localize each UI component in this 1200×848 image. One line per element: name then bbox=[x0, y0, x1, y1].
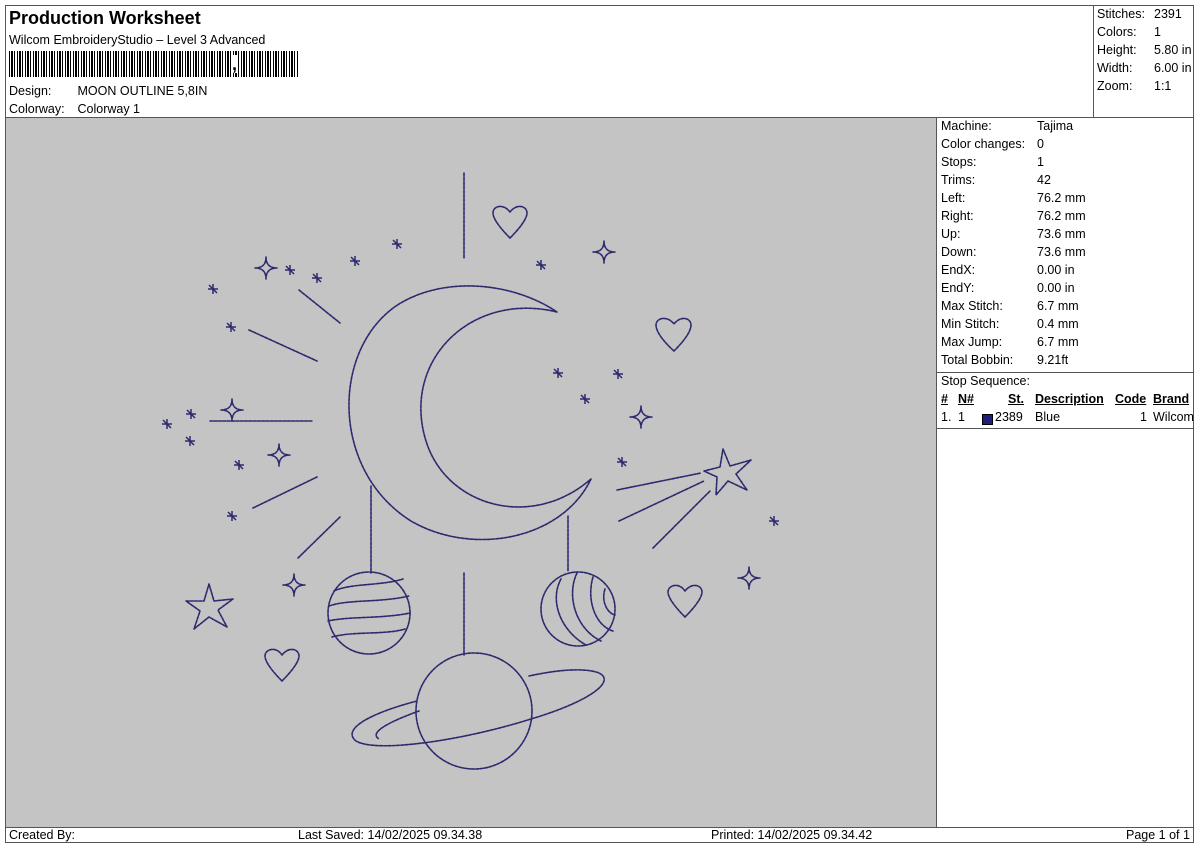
worksheet-frame: Production Worksheet Wilcom EmbroiderySt… bbox=[5, 5, 1194, 843]
sparkle bbox=[220, 398, 244, 422]
col-n: N# bbox=[958, 392, 974, 406]
color-swatch bbox=[982, 412, 993, 426]
printed-date: Printed: 14/02/2025 09.34.42 bbox=[711, 828, 873, 842]
sparkle bbox=[282, 573, 306, 597]
ray bbox=[652, 490, 711, 549]
stop-sequence-title: Stop Sequence: bbox=[941, 374, 1030, 388]
ray bbox=[297, 516, 341, 559]
design-row: Design: MOON OUTLINE 5,8IN bbox=[9, 84, 207, 98]
ray bbox=[248, 329, 318, 362]
heart bbox=[655, 317, 692, 352]
summary-row: Width: 6.00 in bbox=[1097, 61, 1192, 75]
stop-sequence-header: # N# St. Description Code Brand bbox=[941, 392, 1193, 410]
moon-outline bbox=[348, 285, 592, 541]
col-num: # bbox=[941, 392, 948, 406]
detail-row: Up: 73.6 mm bbox=[941, 227, 1086, 241]
star-right bbox=[703, 448, 752, 496]
sparkle bbox=[254, 256, 278, 280]
col-st: St. bbox=[1008, 392, 1024, 406]
detail-row: EndY: 0.00 in bbox=[941, 281, 1075, 295]
col-code: Code bbox=[1115, 392, 1147, 406]
last-saved: Last Saved: 14/02/2025 09.34.38 bbox=[298, 828, 483, 842]
left-planet bbox=[327, 571, 411, 655]
star-left bbox=[185, 583, 234, 630]
heart bbox=[492, 205, 528, 239]
col-description: Description bbox=[1035, 392, 1104, 406]
summary-row: Colors: 1 bbox=[1097, 25, 1161, 39]
colorway-row: Colorway: Colorway 1 bbox=[9, 102, 140, 116]
sparkle bbox=[629, 405, 653, 429]
tiny-stars bbox=[162, 239, 779, 526]
saturn-planet bbox=[351, 652, 605, 770]
divider bbox=[937, 372, 1193, 373]
software-name: Wilcom EmbroideryStudio – Level 3 Advanc… bbox=[9, 33, 266, 47]
ray bbox=[616, 472, 702, 491]
sparkle bbox=[737, 566, 761, 590]
divider bbox=[937, 428, 1193, 429]
details-panel: Machine: Tajima Color changes: 0 Stops: 1 T… bbox=[937, 118, 1194, 827]
summary-panel: Stitches: 2391 Colors: 1 Height: 5.80 in Wi… bbox=[1094, 6, 1193, 118]
design-preview bbox=[6, 118, 937, 827]
colorway-value: Colorway 1 bbox=[77, 102, 141, 116]
detail-row: Max Stitch: 6.7 mm bbox=[941, 299, 1079, 313]
footer: Created By: Last Saved: 14/02/2025 09.34… bbox=[6, 827, 1193, 843]
heart bbox=[264, 648, 300, 682]
barcode: , bbox=[9, 51, 299, 77]
embroidery-design bbox=[162, 172, 779, 770]
detail-row: Trims: 42 bbox=[941, 173, 1051, 187]
colorway-label: Colorway: bbox=[9, 102, 65, 116]
design-value: MOON OUTLINE 5,8IN bbox=[77, 84, 208, 98]
detail-row: Right: 76.2 mm bbox=[941, 209, 1086, 223]
detail-row: Down: 73.6 mm bbox=[941, 245, 1086, 259]
design-label: Design: bbox=[9, 84, 52, 98]
detail-row: Machine: Tajima bbox=[941, 119, 1074, 133]
detail-row: EndX: 0.00 in bbox=[941, 263, 1075, 277]
sparkle bbox=[267, 443, 291, 467]
sparkle bbox=[592, 240, 616, 264]
detail-row: Total Bobbin: 9.21ft bbox=[941, 353, 1069, 367]
table-row: 1. 1 2389 Blue 1 Wilcom bbox=[941, 410, 1194, 426]
summary-row: Height: 5.80 in bbox=[1097, 43, 1192, 57]
header-panel: Production Worksheet Wilcom EmbroiderySt… bbox=[6, 6, 1094, 118]
detail-row: Color changes: 0 bbox=[941, 137, 1044, 151]
detail-row: Left: 76.2 mm bbox=[941, 191, 1086, 205]
col-brand: Brand bbox=[1153, 392, 1190, 406]
detail-row: Stops: 1 bbox=[941, 155, 1044, 169]
page-number: Page 1 of 1 bbox=[1126, 828, 1190, 842]
ray bbox=[298, 289, 341, 324]
right-planet bbox=[540, 571, 616, 647]
detail-row: Min Stitch: 0.4 mm bbox=[941, 317, 1079, 331]
detail-row: Max Jump: 6.7 mm bbox=[941, 335, 1079, 349]
heart bbox=[667, 584, 703, 618]
created-by: Created By: bbox=[9, 828, 76, 842]
summary-row: Zoom: 1:1 bbox=[1097, 79, 1172, 93]
summary-row: Stitches: 2391 bbox=[1097, 7, 1182, 21]
ray bbox=[252, 476, 318, 509]
page-title: Production Worksheet bbox=[9, 8, 201, 28]
